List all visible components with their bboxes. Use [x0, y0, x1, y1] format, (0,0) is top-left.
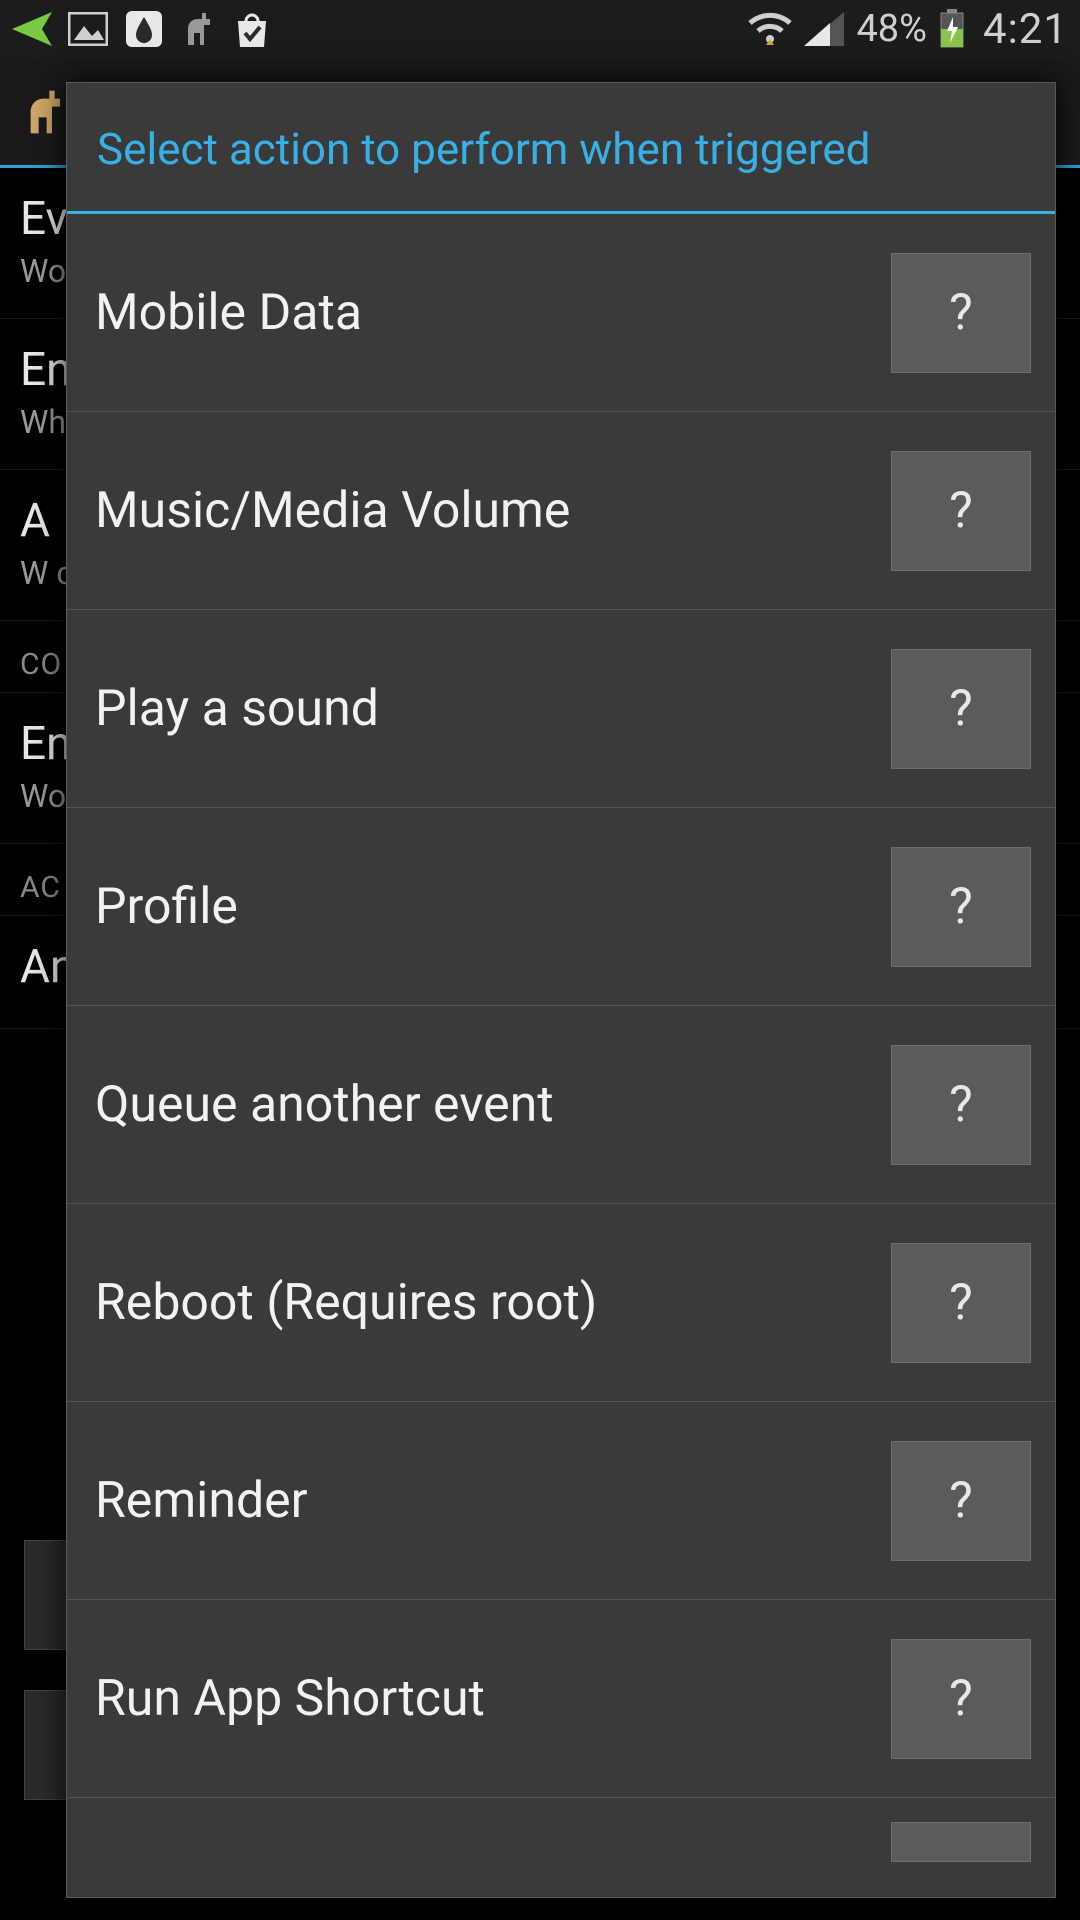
action-label: Music/Media Volume: [95, 482, 570, 540]
action-row-partial[interactable]: [67, 1798, 1055, 1858]
select-action-dialog: Select action to perform when triggered …: [66, 82, 1056, 1898]
clock: 4:21: [983, 5, 1068, 54]
action-profile[interactable]: Profile ?: [67, 808, 1055, 1006]
dialog-title: Select action to perform when triggered: [67, 83, 1055, 214]
question-mark-icon: ?: [949, 1274, 973, 1332]
action-list[interactable]: Mobile Data ? Music/Media Volume ? Play …: [67, 214, 1055, 1897]
action-play-a-sound[interactable]: Play a sound ?: [67, 610, 1055, 808]
help-button[interactable]: ?: [891, 649, 1031, 769]
status-left: [12, 9, 272, 49]
shopping-bag-check-icon: [232, 9, 272, 49]
help-button[interactable]: ?: [891, 1639, 1031, 1759]
action-queue-another-event[interactable]: Queue another event ?: [67, 1006, 1055, 1204]
action-mobile-data[interactable]: Mobile Data ?: [67, 214, 1055, 412]
question-mark-icon: ?: [949, 878, 973, 936]
action-music-media-volume[interactable]: Music/Media Volume ?: [67, 412, 1055, 610]
battery-percent: 48%: [856, 7, 927, 51]
drop-icon: [124, 9, 164, 49]
status-bar: 48% 4:21: [0, 0, 1080, 58]
question-mark-icon: ?: [949, 1076, 973, 1134]
help-button[interactable]: ?: [891, 1243, 1031, 1363]
action-run-app-shortcut[interactable]: Run App Shortcut ?: [67, 1600, 1055, 1798]
action-reboot[interactable]: Reboot (Requires root) ?: [67, 1204, 1055, 1402]
help-button[interactable]: ?: [891, 847, 1031, 967]
status-right: 48% 4:21: [748, 5, 1068, 54]
action-reminder[interactable]: Reminder ?: [67, 1402, 1055, 1600]
wifi-icon: [748, 11, 792, 47]
paper-plane-icon: [12, 12, 52, 46]
question-mark-icon: ?: [949, 1670, 973, 1728]
help-button[interactable]: [891, 1822, 1031, 1862]
question-mark-icon: ?: [949, 680, 973, 738]
action-label: Mobile Data: [95, 284, 362, 342]
question-mark-icon: ?: [949, 284, 973, 342]
help-button[interactable]: ?: [891, 253, 1031, 373]
llama-app-icon: [20, 85, 68, 139]
help-button[interactable]: ?: [891, 451, 1031, 571]
action-label: Profile: [95, 878, 238, 936]
battery-charging-icon: [939, 9, 965, 49]
action-label: Queue another event: [95, 1076, 554, 1134]
cell-signal-icon: [804, 12, 844, 46]
action-label: Play a sound: [95, 680, 379, 738]
action-label: Reboot (Requires root): [95, 1274, 597, 1332]
help-button[interactable]: ?: [891, 1441, 1031, 1561]
question-mark-icon: ?: [949, 1472, 973, 1530]
picture-icon: [68, 12, 108, 46]
help-button[interactable]: ?: [891, 1045, 1031, 1165]
action-label: Reminder: [95, 1472, 308, 1530]
llama-icon: [180, 9, 216, 49]
action-label: Run App Shortcut: [95, 1670, 485, 1728]
question-mark-icon: ?: [949, 482, 973, 540]
